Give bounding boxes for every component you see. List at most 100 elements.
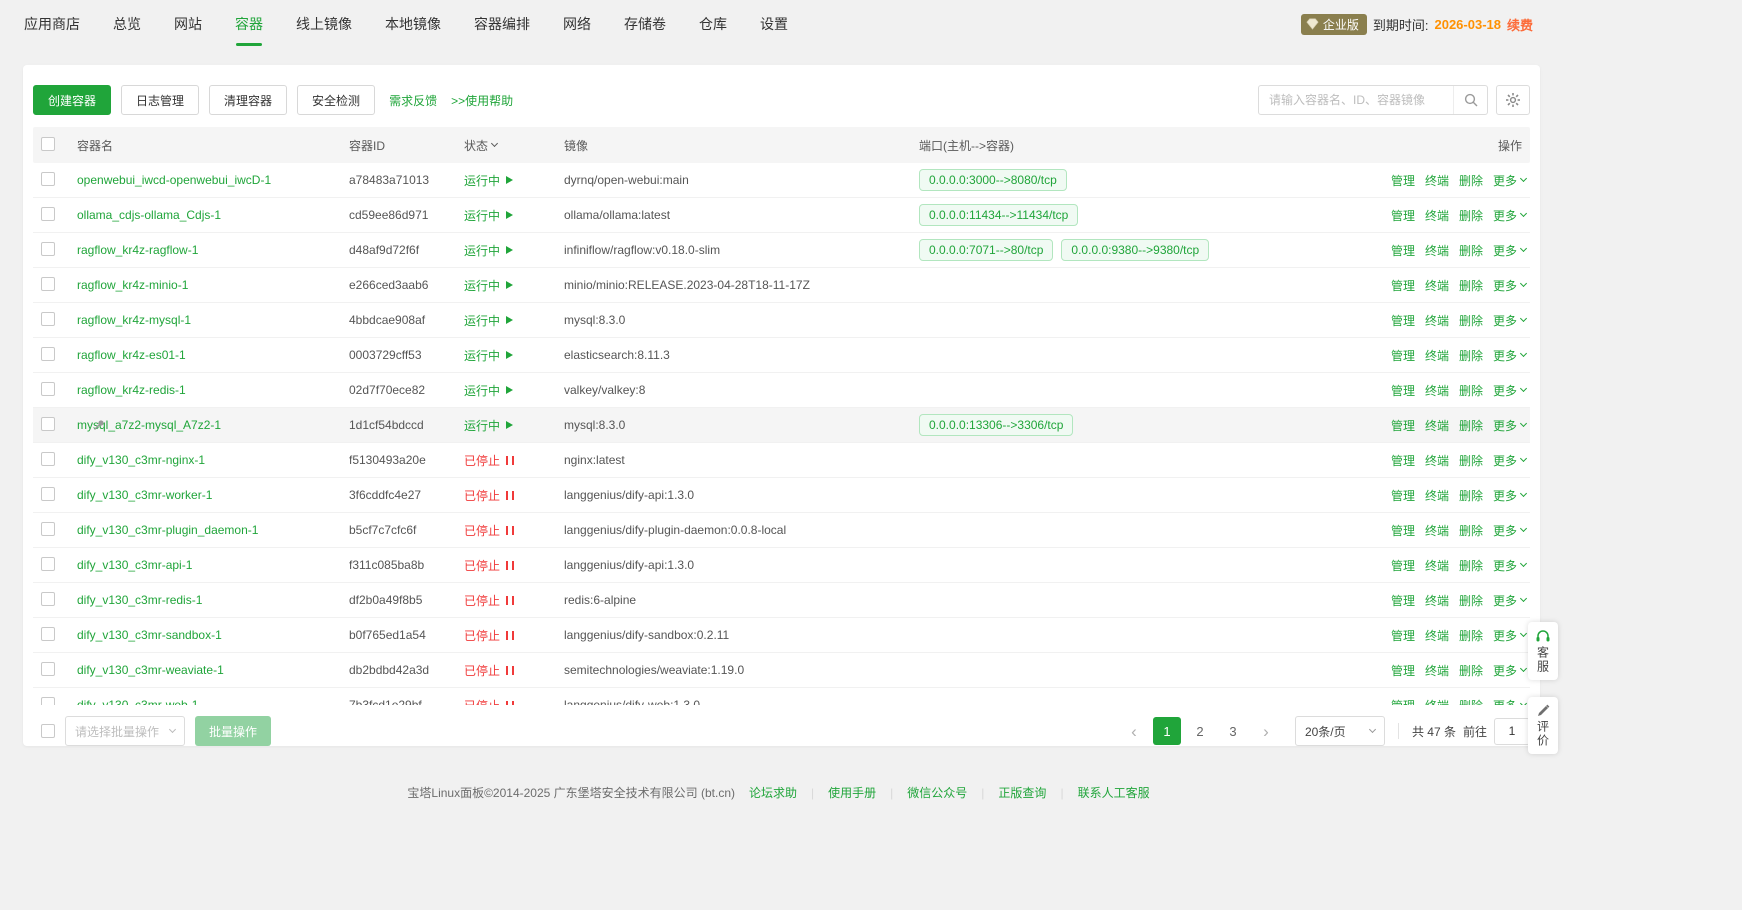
renew-link[interactable]: 续费 xyxy=(1507,15,1533,34)
action-terminal-link[interactable]: 终端 xyxy=(1425,522,1449,539)
action-manage-link[interactable]: 管理 xyxy=(1391,487,1415,504)
clean-container-button[interactable]: 清理容器 xyxy=(209,85,287,115)
customer-service-button[interactable]: 客服 xyxy=(1528,622,1558,680)
action-delete-link[interactable]: 删除 xyxy=(1459,417,1483,434)
status-cell[interactable]: 运行中 xyxy=(464,347,564,364)
action-manage-link[interactable]: 管理 xyxy=(1391,697,1415,706)
row-checkbox[interactable] xyxy=(41,662,55,676)
action-more-link[interactable]: 更多 xyxy=(1493,242,1526,259)
action-more-link[interactable]: 更多 xyxy=(1493,382,1526,399)
container-name-link[interactable]: ragflow_kr4z-ragflow-1 xyxy=(77,243,198,257)
bulk-action-select[interactable]: 请选择批量操作 xyxy=(65,716,185,746)
row-checkbox[interactable] xyxy=(41,207,55,221)
action-terminal-link[interactable]: 终端 xyxy=(1425,592,1449,609)
nav-item-website[interactable]: 网站 xyxy=(174,8,202,40)
status-cell[interactable]: 已停止 xyxy=(464,522,564,539)
action-terminal-link[interactable]: 终端 xyxy=(1425,417,1449,434)
footer-link-4[interactable]: 联系人工客服 xyxy=(1078,784,1150,801)
bulk-select-all-checkbox[interactable] xyxy=(41,724,55,738)
action-more-link[interactable]: 更多 xyxy=(1493,417,1526,434)
nav-item-local-image[interactable]: 本地镜像 xyxy=(385,8,441,40)
action-terminal-link[interactable]: 终端 xyxy=(1425,172,1449,189)
container-name-link[interactable]: ragflow_kr4z-minio-1 xyxy=(77,278,188,292)
footer-link-2[interactable]: 微信公众号 xyxy=(907,784,967,801)
action-terminal-link[interactable]: 终端 xyxy=(1425,242,1449,259)
action-manage-link[interactable]: 管理 xyxy=(1391,277,1415,294)
action-more-link[interactable]: 更多 xyxy=(1493,487,1526,504)
action-manage-link[interactable]: 管理 xyxy=(1391,172,1415,189)
status-cell[interactable]: 已停止 xyxy=(464,557,564,574)
container-name-link[interactable]: dify_v130_c3mr-worker-1 xyxy=(77,488,212,502)
feedback-link[interactable]: 需求反馈 xyxy=(389,92,437,109)
action-terminal-link[interactable]: 终端 xyxy=(1425,452,1449,469)
action-terminal-link[interactable]: 终端 xyxy=(1425,487,1449,504)
action-more-link[interactable]: 更多 xyxy=(1493,277,1526,294)
nav-item-app-store[interactable]: 应用商店 xyxy=(24,8,80,40)
nav-item-settings[interactable]: 设置 xyxy=(760,8,788,40)
page-button-1[interactable]: 1 xyxy=(1153,717,1181,745)
action-manage-link[interactable]: 管理 xyxy=(1391,627,1415,644)
page-button-3[interactable]: 3 xyxy=(1219,717,1247,745)
action-more-link[interactable]: 更多 xyxy=(1493,172,1526,189)
row-checkbox[interactable] xyxy=(41,592,55,606)
search-input[interactable] xyxy=(1259,93,1453,107)
action-manage-link[interactable]: 管理 xyxy=(1391,557,1415,574)
action-delete-link[interactable]: 删除 xyxy=(1459,347,1483,364)
action-delete-link[interactable]: 删除 xyxy=(1459,452,1483,469)
page-button-2[interactable]: 2 xyxy=(1186,717,1214,745)
row-checkbox[interactable] xyxy=(41,382,55,396)
action-terminal-link[interactable]: 终端 xyxy=(1425,347,1449,364)
action-terminal-link[interactable]: 终端 xyxy=(1425,312,1449,329)
nav-item-container[interactable]: 容器 xyxy=(235,8,263,40)
nav-item-network[interactable]: 网络 xyxy=(563,8,591,40)
container-name-link[interactable]: dify_v130_c3mr-weaviate-1 xyxy=(77,663,224,677)
row-checkbox[interactable] xyxy=(41,452,55,466)
status-cell[interactable]: 运行中 xyxy=(464,277,564,294)
action-terminal-link[interactable]: 终端 xyxy=(1425,557,1449,574)
action-manage-link[interactable]: 管理 xyxy=(1391,242,1415,259)
action-delete-link[interactable]: 删除 xyxy=(1459,242,1483,259)
header-status-filter[interactable]: 状态 xyxy=(464,137,564,154)
create-container-button[interactable]: 创建容器 xyxy=(33,85,111,115)
row-checkbox[interactable] xyxy=(41,347,55,361)
action-more-link[interactable]: 更多 xyxy=(1493,662,1526,679)
help-link[interactable]: >>使用帮助 xyxy=(451,92,513,109)
status-cell[interactable]: 已停止 xyxy=(464,627,564,644)
action-manage-link[interactable]: 管理 xyxy=(1391,207,1415,224)
row-checkbox[interactable] xyxy=(41,242,55,256)
action-delete-link[interactable]: 删除 xyxy=(1459,207,1483,224)
row-checkbox[interactable] xyxy=(41,417,55,431)
container-name-link[interactable]: ragflow_kr4z-mysql-1 xyxy=(77,313,191,327)
container-name-link[interactable]: dify_v130_c3mr-nginx-1 xyxy=(77,453,205,467)
action-delete-link[interactable]: 删除 xyxy=(1459,697,1483,706)
container-name-link[interactable]: dify_v130_c3mr-sandbox-1 xyxy=(77,628,222,642)
action-terminal-link[interactable]: 终端 xyxy=(1425,277,1449,294)
row-checkbox[interactable] xyxy=(41,277,55,291)
action-terminal-link[interactable]: 终端 xyxy=(1425,207,1449,224)
container-name-link[interactable]: dify_v130_c3mr-redis-1 xyxy=(77,593,202,607)
action-manage-link[interactable]: 管理 xyxy=(1391,312,1415,329)
footer-link-0[interactable]: 论坛求助 xyxy=(749,784,797,801)
action-delete-link[interactable]: 删除 xyxy=(1459,277,1483,294)
action-more-link[interactable]: 更多 xyxy=(1493,207,1526,224)
footer-link-1[interactable]: 使用手册 xyxy=(828,784,876,801)
action-manage-link[interactable]: 管理 xyxy=(1391,662,1415,679)
container-name-link[interactable]: ollama_cdjs-ollama_Cdjs-1 xyxy=(77,208,221,222)
row-checkbox[interactable] xyxy=(41,697,55,706)
action-manage-link[interactable]: 管理 xyxy=(1391,382,1415,399)
log-manage-button[interactable]: 日志管理 xyxy=(121,85,199,115)
status-cell[interactable]: 运行中 xyxy=(464,242,564,259)
action-terminal-link[interactable]: 终端 xyxy=(1425,662,1449,679)
container-name-link[interactable]: dify_v130_c3mr-plugin_daemon-1 xyxy=(77,523,258,537)
status-cell[interactable]: 运行中 xyxy=(464,417,564,434)
nav-item-overview[interactable]: 总览 xyxy=(113,8,141,40)
action-manage-link[interactable]: 管理 xyxy=(1391,417,1415,434)
bulk-apply-button[interactable]: 批量操作 xyxy=(195,716,271,746)
status-cell[interactable]: 已停止 xyxy=(464,452,564,469)
action-more-link[interactable]: 更多 xyxy=(1493,312,1526,329)
container-name-link[interactable]: ragflow_kr4z-redis-1 xyxy=(77,383,186,397)
row-checkbox[interactable] xyxy=(41,557,55,571)
page-size-select[interactable]: 20条/页 xyxy=(1295,716,1385,746)
row-checkbox[interactable] xyxy=(41,522,55,536)
license-badge[interactable]: 企业版 xyxy=(1301,14,1367,35)
